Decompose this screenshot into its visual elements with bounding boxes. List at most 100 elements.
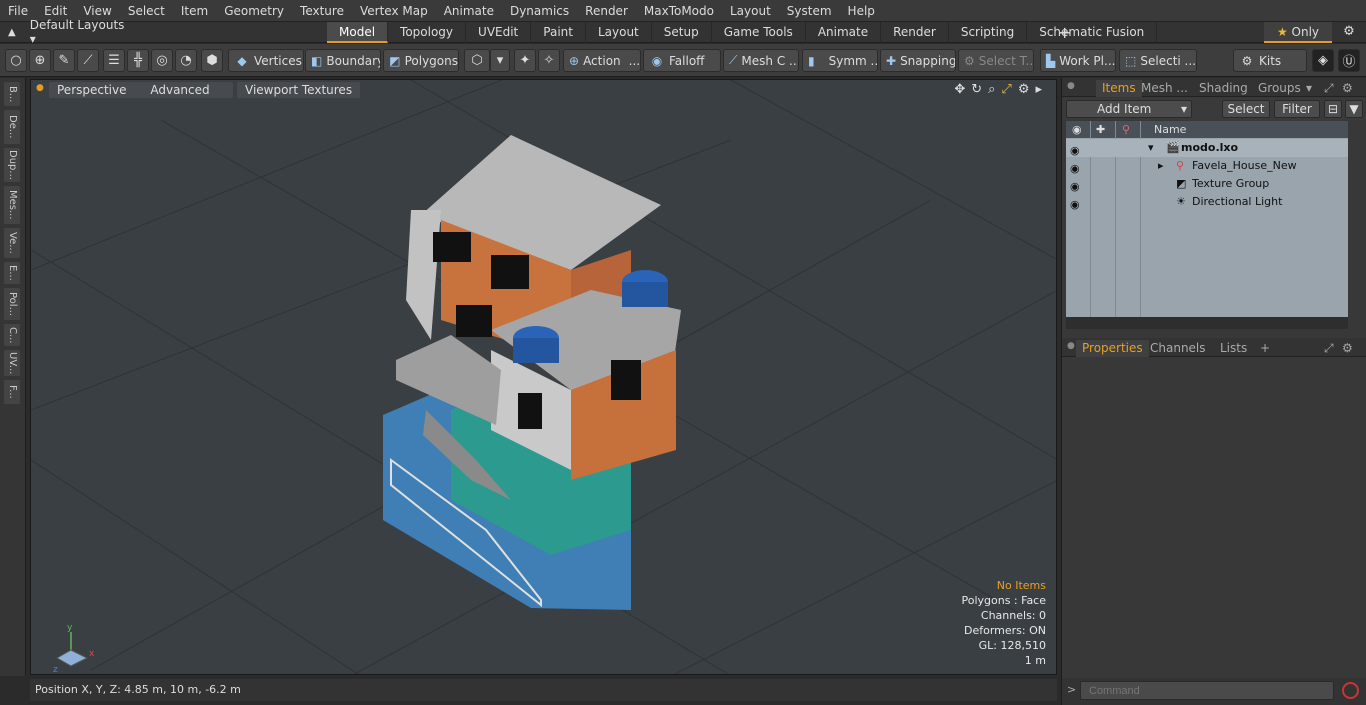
tab-paint[interactable]: Paint — [531, 22, 586, 43]
symmetry-button[interactable]: ▮ Symm ... — [802, 49, 878, 72]
select-through-button[interactable]: ⚙ Select T... — [958, 49, 1034, 72]
visibility-eye-icon[interactable]: ◉ — [1070, 160, 1084, 175]
layout-selector[interactable]: ▲ Default Layouts ▾ — [0, 18, 130, 46]
left-tab-duplicate[interactable]: Dup... — [4, 148, 20, 182]
chevron-down-icon[interactable]: ▾ — [1306, 80, 1312, 97]
menu-render[interactable]: Render — [577, 0, 636, 22]
grid-icon[interactable]: ╬ — [127, 49, 149, 72]
zoom-icon[interactable]: ⌕ — [988, 82, 995, 97]
action-button[interactable]: ⊕ Action... — [563, 49, 641, 72]
funnel-icon[interactable]: ▼ — [1345, 100, 1363, 118]
select-mode-icon[interactable]: ✦ — [514, 49, 536, 72]
unity-icon[interactable]: ◈ — [1312, 49, 1334, 72]
menu-help[interactable]: Help — [840, 0, 883, 22]
menu-animate[interactable]: Animate — [436, 0, 502, 22]
tree-row-texture-group[interactable]: ◉ ◩ Texture Group — [1066, 175, 1348, 193]
collapse-icon[interactable]: ⊟ — [1324, 100, 1342, 118]
expand-icon[interactable]: ⤢ — [1324, 340, 1334, 357]
tab-channels[interactable]: Channels — [1150, 340, 1206, 357]
mesh-constraint-button[interactable]: ⟋ Mesh C ... — [723, 49, 799, 72]
left-tab-deform[interactable]: De... — [4, 110, 20, 144]
tab-setup[interactable]: Setup — [652, 22, 712, 43]
tab-game-tools[interactable]: Game Tools — [712, 22, 806, 43]
globe-icon[interactable]: ⊕ — [29, 49, 51, 72]
tab-animate[interactable]: Animate — [806, 22, 882, 43]
select-mode2-icon[interactable]: ✧ — [538, 49, 560, 72]
align-icon[interactable]: ☰ — [103, 49, 125, 72]
tab-schematic-fusion[interactable]: Schematic Fusion — [1027, 22, 1158, 43]
panel-gear-icon[interactable]: ⚙ — [1342, 340, 1353, 357]
advanced-button[interactable]: Advanced — [127, 82, 233, 98]
menu-geometry[interactable]: Geometry — [216, 0, 292, 22]
tree-scrollbar[interactable] — [1066, 317, 1348, 329]
menu-vertex-map[interactable]: Vertex Map — [352, 0, 436, 22]
left-tab-polygon[interactable]: Pol... — [4, 288, 20, 320]
filter-button[interactable]: Filter — [1274, 100, 1320, 118]
menu-dynamics[interactable]: Dynamics — [502, 0, 577, 22]
tab-lists[interactable]: Lists — [1220, 340, 1247, 357]
visibility-eye-icon[interactable]: ◉ — [1070, 196, 1084, 211]
tree-row-modo[interactable]: ◉ ▾ 🎬 modo.lxo — [1066, 139, 1348, 157]
unreal-icon[interactable]: Ⓤ — [1338, 49, 1360, 72]
left-tab-curve[interactable]: C... — [4, 324, 20, 346]
visibility-eye-icon[interactable]: ◉ — [1070, 178, 1084, 193]
rotate-view-icon[interactable]: ↻ — [971, 82, 982, 97]
left-tab-vertex[interactable]: Ve... — [4, 228, 20, 258]
brush-icon[interactable]: ⟋ — [77, 49, 99, 72]
viewport-textures-button[interactable]: Viewport Textures — [237, 82, 361, 98]
menu-item[interactable]: Item — [173, 0, 216, 22]
tree-row-directional-light[interactable]: ◉ ☀ Directional Light — [1066, 193, 1348, 211]
add-tab-icon[interactable]: + — [1058, 22, 1071, 43]
expand-arrow-icon[interactable]: ▸ — [1035, 82, 1042, 97]
circle-select-icon[interactable]: ○ — [5, 49, 27, 72]
gear-icon[interactable]: ⚙ — [1340, 24, 1358, 41]
rotate-icon[interactable]: ◔ — [175, 49, 197, 72]
left-tab-uv[interactable]: UV... — [4, 350, 20, 376]
tab-properties[interactable]: Properties — [1076, 340, 1149, 357]
material-icon[interactable]: ⬡ — [464, 49, 490, 72]
tab-render[interactable]: Render — [881, 22, 949, 43]
tab-scripting[interactable]: Scripting — [949, 22, 1028, 43]
falloff-button[interactable]: ◉ Falloff — [643, 49, 721, 72]
3d-viewport[interactable]: y x z ● Perspective Advanced Viewport Te… — [30, 79, 1057, 675]
only-toggle[interactable]: ★ Only — [1264, 22, 1332, 43]
tab-model[interactable]: Model — [327, 22, 389, 43]
expand-arrow-icon[interactable]: ▸ — [1158, 157, 1164, 175]
menu-system[interactable]: System — [779, 0, 840, 22]
viewport-gear-icon[interactable]: ⚙ — [1018, 82, 1030, 97]
selection-sets-button[interactable]: ⬚ Selecti ... — [1119, 49, 1197, 72]
tab-shading[interactable]: Shading — [1199, 80, 1248, 97]
select-button[interactable]: Select — [1222, 100, 1270, 118]
snapping-button[interactable]: ✚ Snapping — [880, 49, 956, 72]
panel-gear-icon[interactable]: ⚙ — [1342, 80, 1353, 97]
chevron-down-icon[interactable]: ▾ — [490, 49, 510, 72]
tab-mesh[interactable]: Mesh ... — [1141, 80, 1188, 97]
cube-icon[interactable]: ⬢ — [201, 49, 223, 72]
boundary-button[interactable]: ◧ Boundary — [305, 49, 381, 72]
expand-icon[interactable]: ⤢ — [1324, 80, 1334, 97]
tree-row-favela[interactable]: ◉ ▸ ⚲ Favela_House_New — [1066, 157, 1348, 175]
tab-layout[interactable]: Layout — [586, 22, 652, 43]
polygons-button[interactable]: ◩ Polygons — [383, 49, 459, 72]
tab-items[interactable]: Items — [1096, 80, 1142, 97]
tab-uvedit[interactable]: UVEdit — [466, 22, 532, 43]
left-tab-fusion[interactable]: F... — [4, 380, 20, 404]
tab-topology[interactable]: Topology — [388, 22, 467, 43]
tab-groups[interactable]: Groups — [1258, 80, 1301, 97]
left-tab-mesh-edit[interactable]: Mes... — [4, 186, 20, 224]
add-item-button[interactable]: Add Item ▾ — [1066, 100, 1192, 118]
record-icon[interactable] — [1342, 682, 1359, 699]
fit-icon[interactable]: ⤢ — [1001, 82, 1011, 97]
pen-icon[interactable]: ✎ — [53, 49, 75, 72]
command-input[interactable] — [1080, 681, 1334, 700]
box-icon[interactable]: ◎ — [151, 49, 173, 72]
left-tab-basic[interactable]: B... — [4, 82, 20, 106]
menu-maxtomodo[interactable]: MaxToModo — [636, 0, 722, 22]
left-tab-edge[interactable]: E... — [4, 262, 20, 284]
add-tab-icon[interactable]: + — [1260, 340, 1270, 357]
vertices-button[interactable]: ◆ Vertices — [228, 49, 304, 72]
work-plane-button[interactable]: ▙ Work Pl... — [1040, 49, 1116, 72]
menu-layout[interactable]: Layout — [722, 0, 779, 22]
collapse-arrow-icon[interactable]: ▾ — [1148, 139, 1154, 157]
kits-button[interactable]: ⚙ Kits — [1233, 49, 1307, 72]
